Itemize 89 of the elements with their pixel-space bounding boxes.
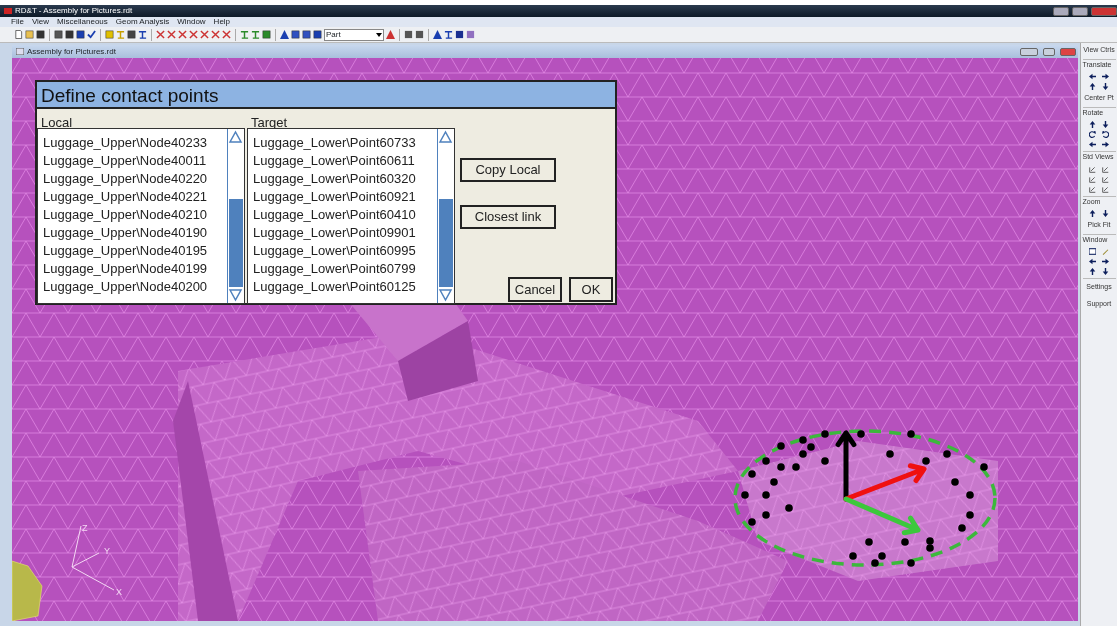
part-dropdown[interactable]: Part — [324, 28, 384, 41]
restore-button[interactable] — [1043, 47, 1055, 56]
arrow-down-icon[interactable] — [1102, 121, 1109, 128]
list-item[interactable]: Luggage_Upper\Node40011 — [38, 152, 225, 170]
scroll-up-icon[interactable] — [438, 130, 453, 145]
list-item[interactable]: Luggage_Upper\Node40221 — [38, 188, 225, 206]
list-item[interactable]: Luggage_Lower\Point60921 — [248, 188, 435, 206]
document-icon — [16, 48, 24, 55]
arrow-left-icon[interactable] — [1089, 258, 1096, 265]
arrow-down-icon[interactable] — [1102, 83, 1109, 90]
toolbar-icon[interactable] — [138, 30, 147, 39]
arrow-up-icon[interactable] — [1089, 121, 1096, 128]
axis-triad-drawing — [71, 525, 115, 591]
window-title: RD&T - Assembly for Pictures.rdt — [15, 5, 134, 17]
toolbar-icon[interactable] — [167, 30, 176, 39]
arrow-right-icon[interactable] — [1102, 258, 1109, 265]
axis-label: Y — [104, 546, 110, 556]
caret-icon — [376, 31, 382, 38]
menu-item[interactable]: View — [31, 18, 50, 26]
minimize-button[interactable] — [1020, 47, 1038, 56]
part-drawing — [12, 560, 43, 621]
menu-item[interactable]: Geom Analysis — [115, 18, 170, 26]
scroll-thumb[interactable] — [439, 199, 453, 287]
rotate-ccw-icon[interactable] — [1102, 131, 1109, 138]
list-item[interactable]: Luggage_Upper\Node40220 — [38, 170, 225, 188]
list-item[interactable]: Luggage_Lower\Point60799 — [248, 260, 435, 278]
menu-item[interactable]: Help — [213, 18, 231, 26]
list-item[interactable]: Luggage_Lower\Point60320 — [248, 170, 435, 188]
maximize-button[interactable] — [1072, 6, 1088, 16]
list-item[interactable]: Luggage_Lower\Point60733 — [248, 134, 435, 152]
axis-label: Z — [82, 523, 88, 533]
toolbar-icon[interactable] — [178, 30, 187, 39]
toolbar-icon[interactable] — [127, 30, 136, 39]
toolbar-icon[interactable] — [211, 30, 220, 39]
axis-label: X — [116, 587, 122, 597]
ok-button[interactable]: OK — [569, 277, 613, 302]
arrow-left-icon[interactable] — [1089, 73, 1096, 80]
copy-local-button[interactable]: Copy Local — [460, 158, 556, 182]
toolbar-icon[interactable] — [444, 30, 453, 39]
list-item[interactable]: Luggage_Upper\Node40233 — [38, 134, 225, 152]
arrow-up-icon[interactable] — [1089, 83, 1096, 90]
menu-item[interactable]: File — [11, 18, 24, 26]
toolbar-icon[interactable] — [200, 30, 209, 39]
arrow-up-icon[interactable] — [1089, 268, 1096, 275]
list-item[interactable]: Luggage_Upper\Node40199 — [38, 260, 225, 278]
list-box[interactable] — [37, 128, 245, 304]
list-item[interactable]: Luggage_Lower\Point60611 — [248, 152, 435, 170]
view-axes-icon[interactable] — [1102, 185, 1109, 193]
toolbar-icon[interactable] — [222, 30, 231, 39]
scroll-thumb[interactable] — [229, 199, 243, 287]
list-item[interactable]: Luggage_Lower\Point60125 — [248, 278, 435, 296]
menu-item[interactable]: Miscellaneous — [57, 18, 108, 26]
closest-link-button[interactable]: Closest link — [460, 205, 556, 229]
list-item[interactable]: Luggage_Lower\Point60995 — [248, 242, 435, 260]
close-button[interactable] — [1060, 47, 1076, 56]
scrollbar[interactable] — [227, 129, 244, 303]
arrow-down-icon[interactable] — [1102, 210, 1109, 217]
menu-item[interactable]: Window — [177, 18, 206, 26]
list-item[interactable]: Luggage_Upper\Node40210 — [38, 206, 225, 224]
view-axes-icon[interactable] — [1089, 175, 1096, 183]
window-icon[interactable] — [1089, 248, 1096, 255]
view-axes-icon[interactable] — [1102, 175, 1109, 183]
arrow-up-icon[interactable] — [1089, 210, 1096, 217]
document-title: Assembly for Pictures.rdt — [27, 45, 117, 58]
dropdown-value: Part — [326, 28, 341, 41]
view-axes-icon[interactable] — [1102, 165, 1109, 173]
toolbar-icon[interactable] — [189, 30, 198, 39]
view-axes-icon[interactable] — [1089, 165, 1096, 173]
list-box[interactable] — [247, 128, 455, 304]
rotate-cw-icon[interactable] — [1089, 131, 1096, 138]
scroll-up-icon[interactable] — [228, 130, 243, 145]
list-item[interactable]: Luggage_Upper\Node40200 — [38, 278, 225, 296]
scrollbar[interactable] — [437, 129, 454, 303]
arrow-left-icon[interactable] — [1089, 141, 1096, 148]
arrow-down-icon[interactable] — [1102, 268, 1109, 275]
toolbar-icon[interactable] — [156, 30, 165, 39]
view-axes-icon[interactable] — [1089, 185, 1096, 193]
list-item[interactable]: Luggage_Lower\Point60410 — [248, 206, 435, 224]
arrow-right-icon[interactable] — [1102, 141, 1109, 148]
minimize-button[interactable] — [1053, 6, 1069, 16]
arrow-right-icon[interactable] — [1102, 73, 1109, 80]
dialog-title: Define contact points — [37, 82, 615, 109]
list-item[interactable]: Luggage_Upper\Node40190 — [38, 224, 225, 242]
cancel-button[interactable]: Cancel — [508, 277, 562, 302]
list-item[interactable]: Luggage_Lower\Point09901 — [248, 224, 435, 242]
app-logo-icon — [4, 7, 12, 15]
list-label: Local — [41, 114, 73, 132]
list-label: Target — [251, 114, 288, 132]
list-item[interactable]: Luggage_Upper\Node40195 — [38, 242, 225, 260]
